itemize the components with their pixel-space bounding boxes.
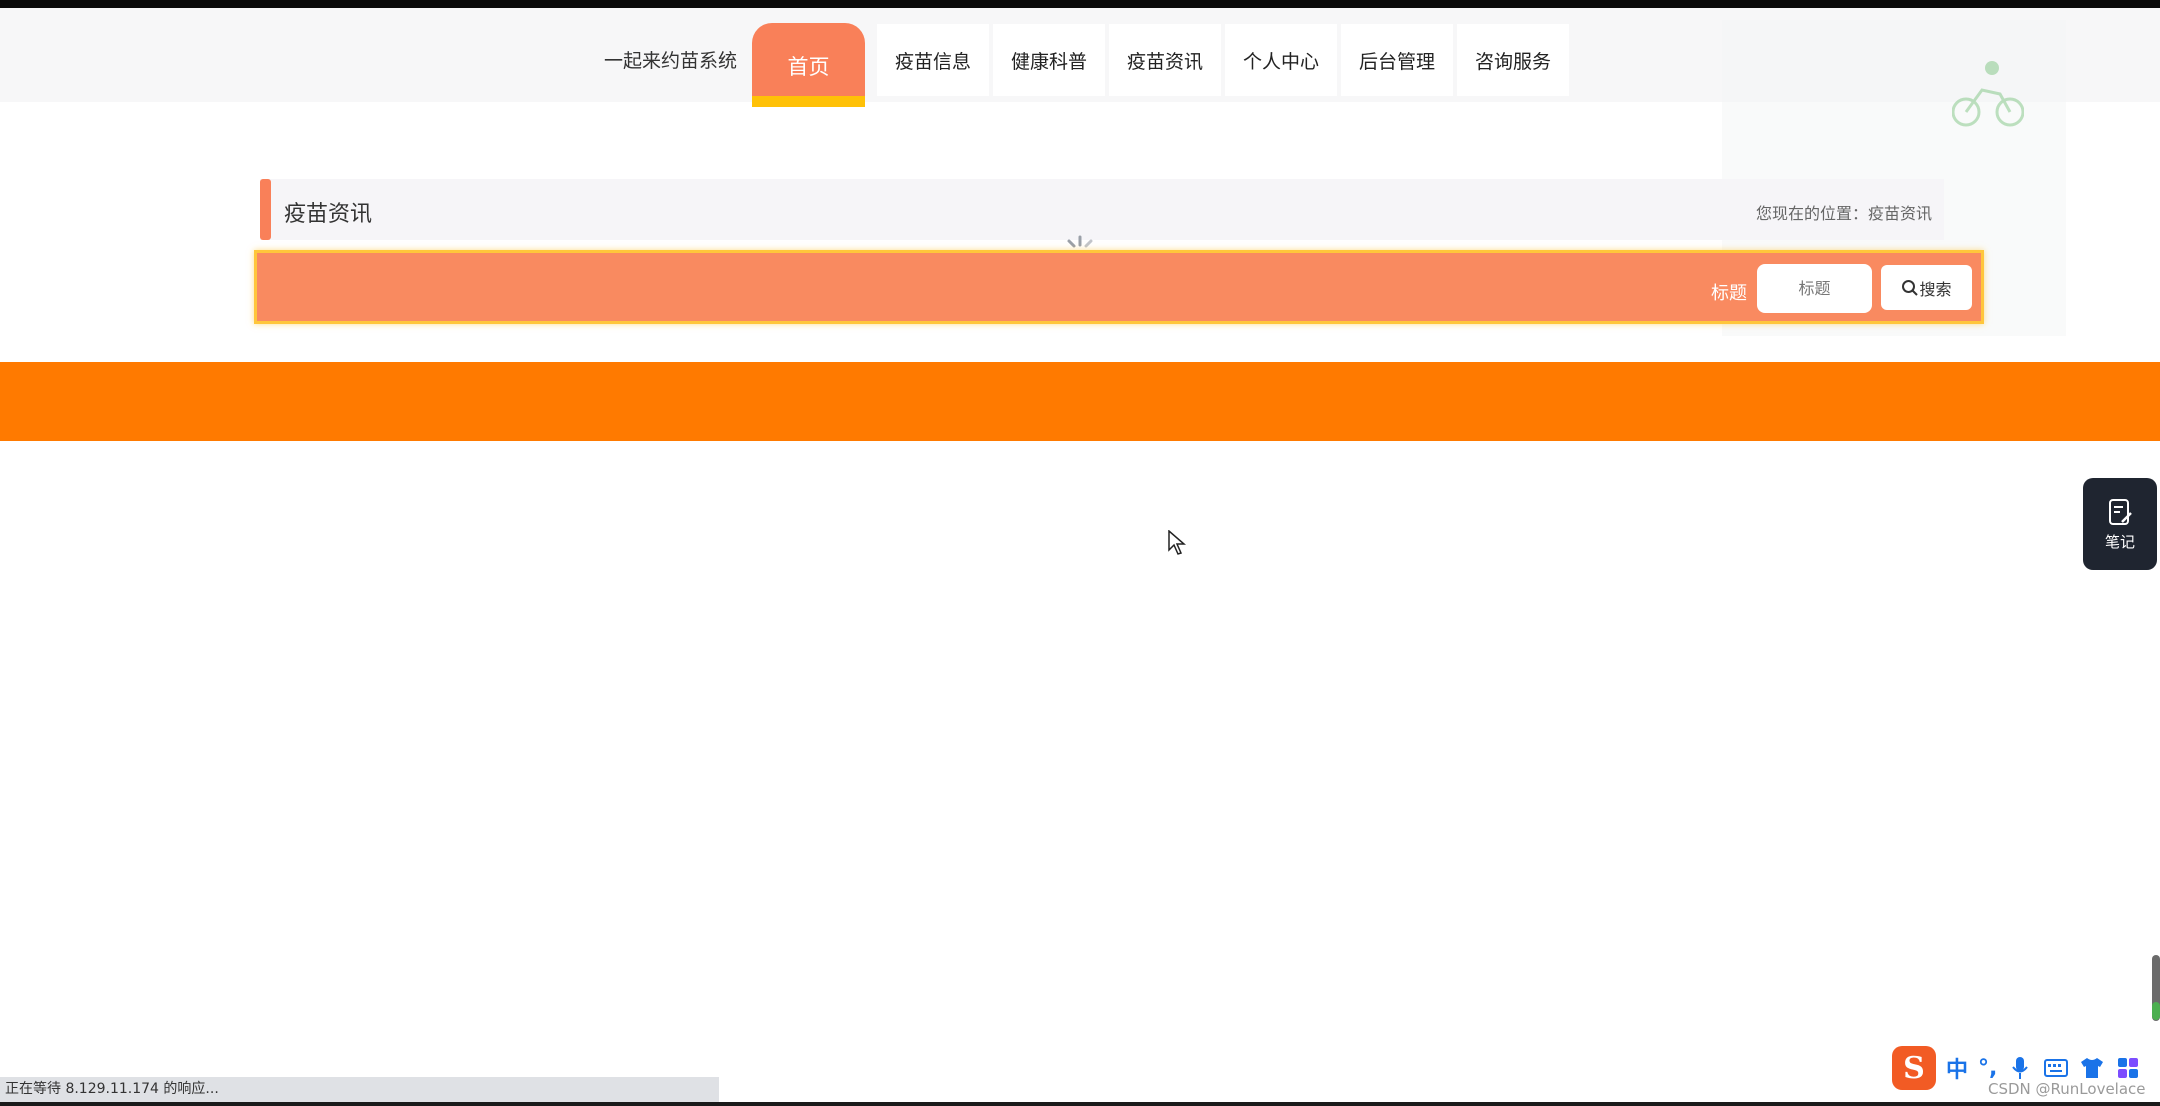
nav-health-science[interactable]: 健康科普 (993, 24, 1105, 96)
nav-consulting[interactable]: 咨询服务 (1457, 24, 1569, 96)
cyclist-icon (1952, 61, 2024, 127)
search-button[interactable]: 搜索 (1881, 265, 1972, 310)
notes-widget[interactable]: 笔记 (2083, 478, 2157, 570)
microphone-icon[interactable] (2007, 1055, 2033, 1081)
browser-status-bar: 正在等待 8.129.11.174 的响应... (0, 1077, 719, 1102)
ime-punctuation[interactable]: °, (1978, 1056, 1997, 1081)
skin-shirt-icon[interactable] (2079, 1055, 2105, 1081)
search-button-label: 搜索 (1919, 279, 1952, 299)
search-label: 标题 (1711, 283, 1747, 304)
main-nav: 首页 疫苗信息 健康科普 疫苗资讯 个人中心 后台管理 咨询服务 (752, 16, 1573, 107)
notes-label: 笔记 (2104, 532, 2135, 551)
breadcrumb: 疫苗资讯 您现在的位置：疫苗资讯 (260, 179, 1944, 240)
orange-banner (0, 362, 2160, 441)
mouse-cursor-icon (1168, 530, 1186, 555)
nav-admin[interactable]: 后台管理 (1341, 24, 1453, 96)
title-search-input[interactable] (1757, 264, 1872, 313)
search-icon (1902, 279, 1919, 296)
keyboard-icon[interactable] (2043, 1055, 2069, 1081)
search-bar: 标题 搜索 (254, 250, 1984, 324)
site-brand: 一起来约苗系统 (604, 50, 738, 72)
nav-home[interactable]: 首页 (752, 23, 865, 107)
sogou-logo-icon[interactable]: S (1892, 1046, 1936, 1090)
window-top-edge (0, 0, 2160, 8)
apps-grid-icon[interactable] (2115, 1055, 2141, 1081)
window-bottom-edge (0, 1102, 2160, 1106)
watermark: CSDN @RunLovelace (1988, 1080, 2146, 1098)
breadcrumb-location: 您现在的位置：疫苗资讯 (1755, 204, 1932, 223)
scroll-indicator-accent (2152, 1002, 2160, 1020)
nav-personal-center[interactable]: 个人中心 (1225, 24, 1337, 96)
note-edit-icon (2109, 498, 2132, 525)
page-title: 疫苗资讯 (284, 202, 373, 227)
breadcrumb-accent (260, 179, 271, 240)
nav-vaccine-info[interactable]: 疫苗信息 (877, 24, 989, 96)
ime-mode[interactable]: 中 (1946, 1052, 1968, 1084)
nav-vaccine-news[interactable]: 疫苗资讯 (1109, 24, 1221, 96)
